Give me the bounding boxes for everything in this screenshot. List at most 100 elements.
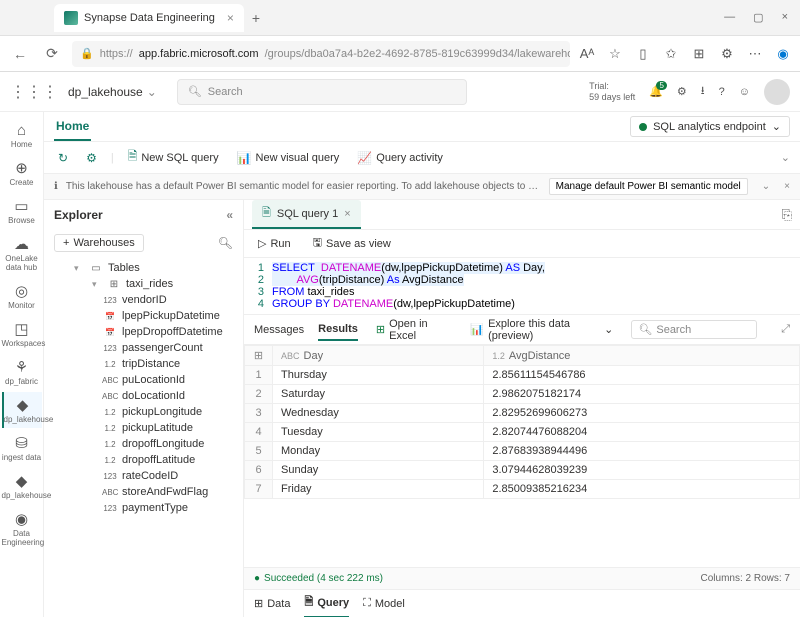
collections-icon[interactable]: ⊞ [690,46,708,62]
rail-item-dp_fabric[interactable]: ⚘dp_fabric [2,354,42,390]
home-tab[interactable]: Home [54,113,91,141]
result-row[interactable]: 2Saturday2.9862075182174 [245,385,800,404]
rail-icon: ◆ [2,472,42,490]
column-tripDistance[interactable]: 1.2tripDistance [52,356,243,372]
sql-icon: 🗎 [128,147,138,168]
column-puLocationId[interactable]: ABCpuLocationId [52,372,243,388]
close-window-icon[interactable]: × [782,11,788,24]
settings-button[interactable]: ⚙ [82,148,101,168]
split-icon[interactable]: ▯ [634,46,652,62]
copilot-icon[interactable]: ◉ [774,46,792,62]
favorites-icon[interactable]: ✩ [662,46,680,62]
rail-item-dp_lakehouse[interactable]: ◆dp_lakehouse [2,392,42,428]
global-search[interactable]: 🔍︎ Search [177,79,467,105]
rail-item-data-engineering[interactable]: ◉Data Engineering [2,506,42,551]
workspace-selector[interactable]: dp_lakehouse ⌄ [68,85,157,99]
col-avgdistance[interactable]: 1.2AvgDistance [484,346,800,366]
app-launcher-icon[interactable]: ⋮⋮⋮ [10,82,58,102]
download-icon[interactable]: ⭳ [701,82,705,101]
close-icon[interactable]: × [227,11,234,25]
result-row[interactable]: 4Tuesday2.82074476088204 [245,423,800,442]
copy-icon[interactable]: ⎘ [782,207,792,223]
app-header: ⋮⋮⋮ dp_lakehouse ⌄ 🔍︎ Search Trial: 59 d… [0,72,800,112]
column-rateCodeID[interactable]: 123rateCodeID [52,468,243,484]
result-row[interactable]: 6Sunday3.07944628039239 [245,461,800,480]
rail-item-ingest-data[interactable]: ⛁ingest data [2,430,42,466]
save-view-button[interactable]: 🖫 Save as view [309,231,395,256]
table-taxi-rides[interactable]: ▾ ⊞ taxi_rides [52,276,243,292]
model-view-tab[interactable]: ⛶Model [363,593,405,614]
sql-editor[interactable]: 1SELECT DATENAME(dw,lpepPickupDatetime) … [244,258,800,315]
rail-item-onelake-data-hub[interactable]: ☁OneLake data hub [2,231,42,276]
rail-item-monitor[interactable]: ◎Monitor [2,278,42,314]
rail-item-workspaces[interactable]: ◳Workspaces [2,316,42,352]
trial-status[interactable]: Trial: 59 days left [589,81,635,103]
close-icon[interactable]: × [344,208,350,220]
messages-tab[interactable]: Messages [254,320,304,340]
url-path: /groups/dba0a7a4-b2e2-4692-8785-819c6399… [265,48,570,60]
rail-item-browse[interactable]: ▭Browse [2,193,42,229]
tables-folder[interactable]: ▾ ▭ Tables [52,260,243,276]
extensions-icon[interactable]: ⚙ [718,46,736,62]
result-row[interactable]: 3Wednesday2.82952699606273 [245,404,800,423]
open-excel-button[interactable]: ⊞ Open in Excel [372,315,453,345]
datatype-icon: ABC [102,488,118,497]
result-row[interactable]: 7Friday2.85009385216234 [245,480,800,499]
column-doLocationId[interactable]: ABCdoLocationId [52,388,243,404]
data-view-tab[interactable]: ⊞Data [254,593,290,614]
refresh-button[interactable]: ↻ [54,148,72,168]
column-storeAndFwdFlag[interactable]: ABCstoreAndFwdFlag [52,484,243,500]
feedback-icon[interactable]: ☺ [739,86,750,98]
search-icon[interactable]: 🔍︎ [218,236,233,250]
browser-tab[interactable]: Synapse Data Engineering × [54,4,244,32]
column-vendorID[interactable]: 123vendorID [52,292,243,308]
chevron-icon[interactable]: ⌄ [762,181,770,192]
rail-item-home[interactable]: ⌂Home [2,118,42,153]
reader-icon[interactable]: Aᴬ [578,46,596,62]
endpoint-selector[interactable]: SQL analytics endpoint ⌄ [630,116,790,137]
chevron-down-icon[interactable]: ⌄ [781,151,790,164]
new-sql-query-button[interactable]: 🗎New SQL query [124,144,223,171]
close-icon[interactable]: × [784,181,790,192]
notifications-icon[interactable]: 🔔5 [649,85,663,98]
results-search[interactable]: 🔍︎ Search [631,320,757,339]
column-pickupLatitude[interactable]: 1.2pickupLatitude [52,420,243,436]
query-activity-button[interactable]: 📈Query activity [353,148,447,168]
browser-toolbar: ← ⟳ 🔒 https://app.fabric.microsoft.com/g… [0,36,800,72]
add-warehouse-button[interactable]: + Warehouses [54,234,144,252]
result-row[interactable]: 5Monday2.87683938944496 [245,442,800,461]
column-lpepDropoffDatetime[interactable]: 📅lpepDropoffDatetime [52,324,243,340]
new-tab-button[interactable]: + [252,10,260,26]
collapse-icon[interactable]: « [226,208,233,222]
minimize-icon[interactable]: — [724,11,735,24]
column-lpepPickupDatetime[interactable]: 📅lpepPickupDatetime [52,308,243,324]
results-grid[interactable]: ⊞ ABCDay 1.2AvgDistance 1Thursday2.85611… [244,345,800,567]
new-visual-query-button[interactable]: 📊New visual query [233,148,344,168]
explore-data-button[interactable]: 📊 Explore this data (preview) ⌄ [466,315,617,345]
manage-model-button[interactable]: Manage default Power BI semantic model [549,178,748,195]
expand-icon[interactable]: ⤢ [781,323,790,336]
column-pickupLongitude[interactable]: 1.2pickupLongitude [52,404,243,420]
column-dropoffLatitude[interactable]: 1.2dropoffLatitude [52,452,243,468]
more-icon[interactable]: ⋯ [746,46,764,62]
maximize-icon[interactable]: ▢ [753,11,763,24]
column-paymentType[interactable]: 123paymentType [52,500,243,516]
user-avatar[interactable] [764,79,790,105]
column-dropoffLongitude[interactable]: 1.2dropoffLongitude [52,436,243,452]
column-passengerCount[interactable]: 123passengerCount [52,340,243,356]
settings-icon[interactable]: ⚙ [677,85,687,98]
result-row[interactable]: 1Thursday2.85611154546786 [245,366,800,385]
help-icon[interactable]: ? [719,86,725,98]
datatype-icon: 123 [102,504,118,513]
query-tab[interactable]: 🗎 SQL query 1 × [252,200,361,229]
favorite-icon[interactable]: ☆ [606,46,624,62]
col-day[interactable]: ABCDay [273,346,484,366]
rail-item-dp_lakehouse[interactable]: ◆dp_lakehouse [2,468,42,504]
address-bar[interactable]: 🔒 https://app.fabric.microsoft.com/group… [72,41,570,67]
results-tab[interactable]: Results [318,319,358,341]
refresh-icon[interactable]: ⟳ [40,45,64,62]
back-icon[interactable]: ← [8,46,32,62]
run-button[interactable]: ▷ Run [254,234,295,253]
query-view-tab[interactable]: 🗎Query [304,589,349,617]
rail-item-create[interactable]: ⊕Create [2,155,42,191]
